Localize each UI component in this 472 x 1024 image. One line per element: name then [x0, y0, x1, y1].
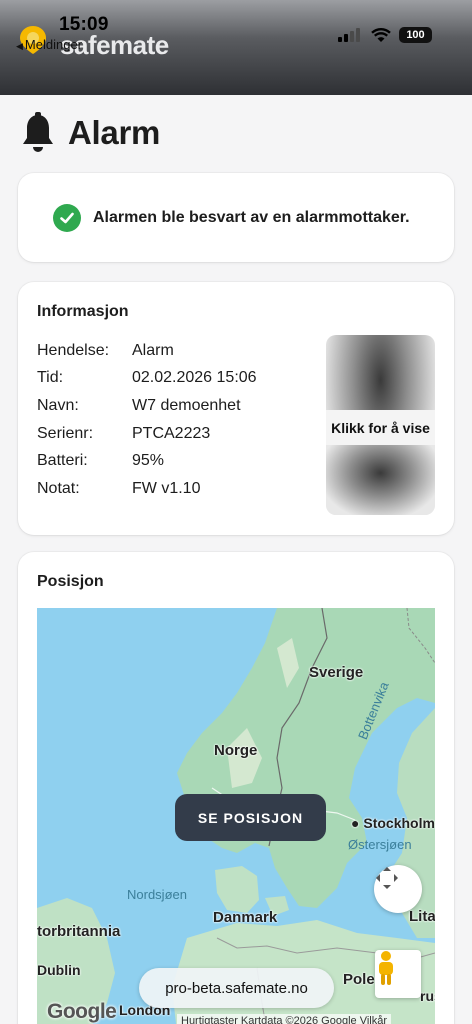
street-view-pegman-button[interactable] — [375, 950, 421, 998]
pegman-icon — [379, 951, 393, 985]
info-row-note: Notat: FW v1.10 — [37, 475, 257, 503]
info-row-event: Hendelse: Alarm — [37, 337, 257, 365]
info-value: 02.02.2026 15:06 — [132, 369, 257, 387]
info-label: Tid: — [37, 369, 64, 387]
wifi-icon — [371, 28, 391, 42]
back-arrow-icon: ◀ — [16, 41, 23, 51]
map-view[interactable]: Sverige Norge Bottenvika ● Stockholm Øst… — [37, 608, 435, 1024]
map-label-litauen: Lita — [409, 908, 435, 925]
battery-icon: 100 — [399, 27, 432, 43]
information-card: Informasjon Hendelse: Alarm Tid: 02.02.202… — [18, 282, 454, 535]
map-label-danmark: Danmark — [213, 909, 278, 926]
page-heading: Alarm — [68, 114, 161, 151]
info-label: Notat: — [37, 479, 80, 497]
information-list: Hendelse: Alarm Tid: 02.02.2026 15:06 Navn… — [37, 337, 257, 503]
alarm-status-card: Alarmen ble besvart av en alarmmottaker. — [18, 173, 454, 262]
map-attribution[interactable]: Hurtigtaster Kartdata ©2026 Google Vilkå… — [177, 1014, 392, 1024]
map-label-stockholm: ● Stockholm — [351, 815, 435, 831]
position-card: Posisjon Sverige Norge Bottenvika ● Stoc… — [18, 552, 454, 1024]
info-value: 95% — [132, 452, 165, 470]
info-value: PTCA2223 — [132, 424, 211, 442]
info-label: Navn: — [37, 396, 79, 414]
fullscreen-button[interactable] — [374, 865, 422, 913]
info-value: Alarm — [132, 341, 174, 359]
info-row-name: Navn: W7 demoenhet — [37, 392, 257, 420]
info-label: Serienr: — [37, 424, 94, 442]
info-label: Hendelse: — [37, 341, 110, 359]
map-label-polen: Pole — [343, 971, 375, 988]
cellular-signal-icon — [338, 28, 360, 42]
map-label-dublin: Dublin — [37, 962, 81, 978]
alarm-image-thumbnail[interactable]: Klikk for å vise — [326, 335, 435, 515]
map-label-storbritannia: torbritannia — [37, 923, 121, 940]
info-row-serial: Serienr: PTCA2223 — [37, 420, 257, 448]
status-time: 15:09 — [59, 14, 109, 35]
google-logo: Google — [47, 1000, 117, 1023]
map-label-hviterussland: rus — [420, 988, 435, 1004]
info-row-battery: Batteri: 95% — [37, 447, 257, 475]
back-to-messages-link[interactable]: ◀ Meldinger — [16, 37, 82, 52]
back-label: Meldinger — [24, 37, 83, 52]
info-value: FW v1.10 — [132, 479, 201, 497]
map-label-sverige: Sverige — [309, 664, 364, 681]
show-image-label: Klikk for å vise — [326, 410, 435, 445]
map-label-stockholm-text: Stockholm — [363, 815, 435, 831]
alarm-status-message: Alarmen ble besvart av en alarmmottaker. — [93, 208, 410, 226]
map-label-nordsjoen: Nordsjøen — [127, 887, 187, 902]
check-circle-icon — [53, 203, 81, 232]
map-label-ostersjoen: Østersjøen — [348, 837, 412, 852]
app-header: safemate 15:09 ◀ Meldinger 100 — [0, 0, 472, 95]
page-title: Alarm — [20, 112, 160, 154]
fullscreen-arrows-icon — [376, 867, 398, 889]
see-position-button[interactable]: SE POSISJON — [175, 794, 326, 841]
bell-icon — [23, 112, 53, 152]
information-title: Informasjon — [37, 303, 129, 320]
info-label: Batteri: — [37, 452, 88, 470]
info-value: W7 demoenhet — [132, 396, 241, 414]
browser-url-bar[interactable]: pro-beta.safemate.no — [139, 968, 334, 1008]
info-row-time: Tid: 02.02.2026 15:06 — [37, 365, 257, 393]
map-label-norge: Norge — [214, 742, 258, 759]
position-title: Posisjon — [37, 573, 104, 590]
